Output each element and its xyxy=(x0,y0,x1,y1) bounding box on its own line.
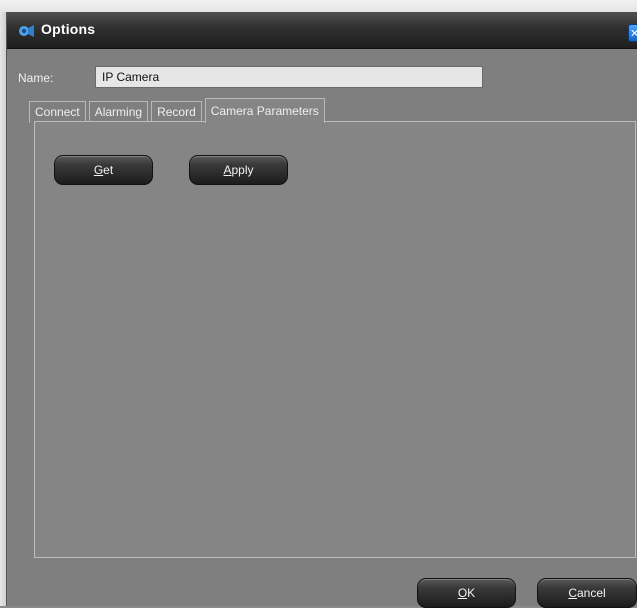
title-bar[interactable]: Options ✕ xyxy=(7,12,637,49)
camera-parameters-panel xyxy=(34,121,636,558)
cancel-button[interactable]: Cancel xyxy=(537,578,637,608)
get-button-label: et xyxy=(103,163,114,177)
close-icon: ✕ xyxy=(630,27,637,40)
cancel-button-accel: C xyxy=(568,586,577,600)
options-dialog: Options ✕ Name: Connect Alarming Record … xyxy=(6,12,637,608)
window-title: Options xyxy=(41,21,96,37)
get-button-accel: G xyxy=(93,163,104,177)
get-button[interactable]: Get xyxy=(54,155,153,185)
tab-connect[interactable]: Connect xyxy=(29,101,86,123)
tab-record[interactable]: Record xyxy=(151,101,202,123)
camera-app-icon xyxy=(17,22,35,40)
ok-button[interactable]: OK xyxy=(417,578,516,608)
desktop-backdrop-top xyxy=(0,0,637,12)
name-label: Name: xyxy=(18,71,54,85)
tab-camera-parameters[interactable]: Camera Parameters xyxy=(204,98,325,123)
tab-alarming[interactable]: Alarming xyxy=(88,101,149,123)
cancel-button-label: ancel xyxy=(576,586,606,600)
name-input[interactable] xyxy=(95,66,483,88)
ok-button-label: K xyxy=(467,586,476,600)
tab-strip: Connect Alarming Record Camera Parameter… xyxy=(29,98,328,123)
apply-button-label: pply xyxy=(231,163,254,177)
apply-button-accel: A xyxy=(223,163,232,177)
close-button[interactable]: ✕ xyxy=(628,24,637,42)
ok-button-accel: O xyxy=(457,586,468,600)
apply-button[interactable]: Apply xyxy=(189,155,288,185)
